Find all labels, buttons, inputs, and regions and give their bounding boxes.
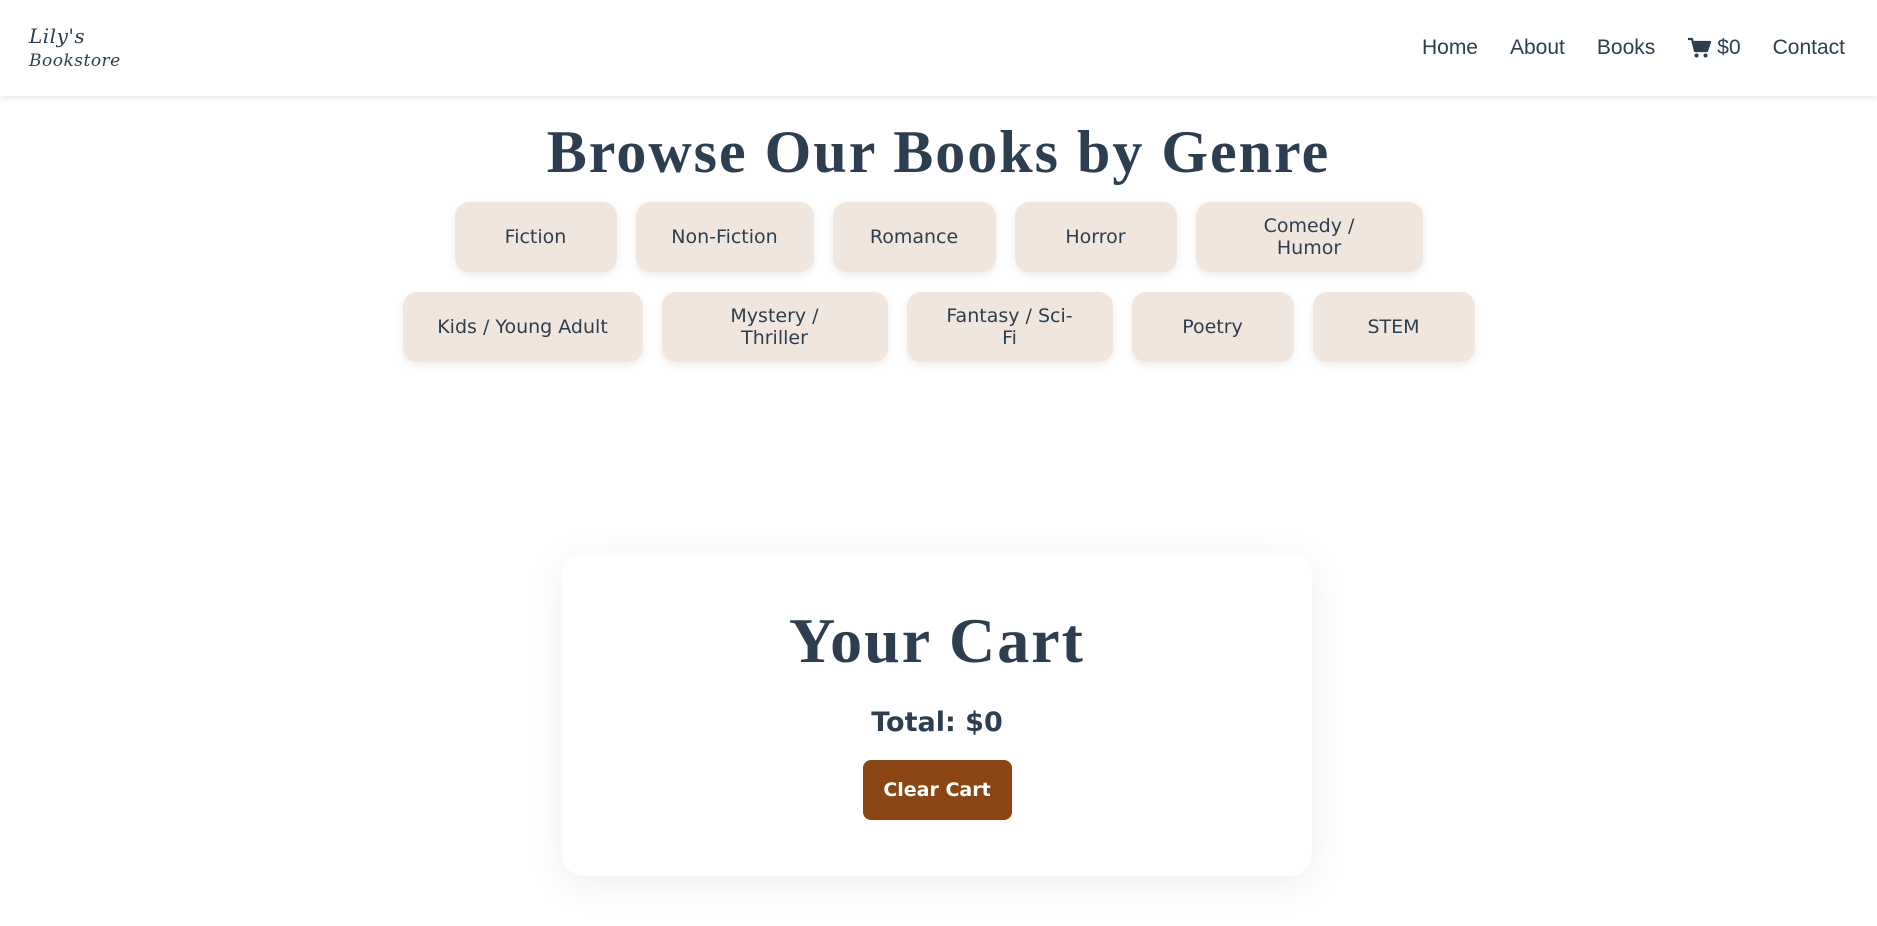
cart-icon <box>1688 37 1712 58</box>
site-logo[interactable]: Lily's Bookstore <box>29 23 121 73</box>
genre-button-romance[interactable]: Romance <box>832 202 996 272</box>
nav-home-link[interactable]: Home <box>1422 36 1478 60</box>
genre-button-fiction[interactable]: Fiction <box>454 202 617 272</box>
genre-row-1: Fiction Non-Fiction Romance Horror Comed… <box>0 202 1877 272</box>
logo-line-2: Bookstore <box>29 51 121 72</box>
genre-button-non-fiction[interactable]: Non-Fiction <box>635 202 814 272</box>
genre-button-comedy-humor[interactable]: Comedy / Humor <box>1195 202 1423 272</box>
nav-cart-link[interactable]: $0 <box>1687 36 1741 60</box>
navbar: Lily's Bookstore Home About Books $0 Con… <box>0 0 1877 96</box>
page-title: Browse Our Books by Genre <box>546 119 1331 185</box>
genre-button-poetry[interactable]: Poetry <box>1131 292 1294 362</box>
nav-links: Home About Books $0 Contact <box>1422 36 1845 60</box>
genre-button-mystery-thriller[interactable]: Mystery / Thriller <box>661 292 888 362</box>
main-content: Browse Our Books by Genre Fiction Non-Fi… <box>0 122 1877 362</box>
genre-button-stem[interactable]: STEM <box>1312 292 1475 362</box>
cart-total: Total: $0 <box>871 707 1003 738</box>
nav-cart-amount: $0 <box>1717 36 1741 59</box>
nav-books-link[interactable]: Books <box>1597 36 1655 60</box>
genre-button-horror[interactable]: Horror <box>1014 202 1177 272</box>
clear-cart-button[interactable]: Clear Cart <box>862 760 1012 820</box>
cart-card: Your Cart Total: $0 Clear Cart <box>562 553 1312 876</box>
genre-button-kids-young-adult[interactable]: Kids / Young Adult <box>402 292 643 362</box>
genre-button-fantasy-sci-fi[interactable]: Fantasy / Sci-Fi <box>906 292 1113 362</box>
genre-row-2: Kids / Young Adult Mystery / Thriller Fa… <box>0 292 1877 362</box>
nav-about-link[interactable]: About <box>1510 36 1565 60</box>
logo-line-1: Lily's <box>29 24 86 49</box>
nav-contact-link[interactable]: Contact <box>1773 36 1845 60</box>
cart-title: Your Cart <box>789 605 1085 676</box>
